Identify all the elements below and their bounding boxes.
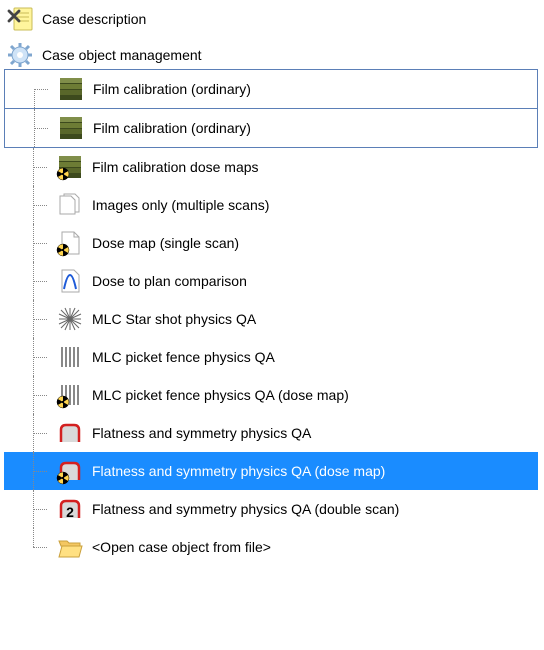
item-film-calibration-dose-maps[interactable]: Film calibration dose maps	[4, 148, 538, 186]
item-flatness-symmetry-dose[interactable]: Flatness and symmetry physics QA (dose m…	[4, 452, 538, 490]
svg-text:2: 2	[66, 504, 74, 520]
item-label: Images only (multiple scans)	[86, 197, 269, 213]
item-mlc-picket-fence[interactable]: MLC picket fence physics QA	[4, 338, 538, 376]
flatness-2-icon: 2	[54, 493, 86, 525]
item-label: Film calibration (ordinary)	[87, 81, 251, 97]
item-label: MLC picket fence physics QA	[86, 349, 275, 365]
item-mlc-star-shot[interactable]: MLC Star shot physics QA	[4, 300, 538, 338]
picket-icon	[54, 341, 86, 373]
starburst-icon	[54, 303, 86, 335]
picket-trefoil-icon	[54, 379, 86, 411]
item-flatness-symmetry[interactable]: Flatness and symmetry physics QA	[4, 414, 538, 452]
film-icon	[55, 73, 87, 105]
item-label: <Open case object from file>	[86, 539, 271, 555]
item-label: Film calibration (ordinary)	[87, 120, 251, 136]
note-x-icon	[4, 3, 36, 35]
flatness-trefoil-icon	[54, 455, 86, 487]
item-film-calibration-ordinary[interactable]: Film calibration (ordinary)	[4, 69, 538, 109]
item-label: MLC Star shot physics QA	[86, 311, 256, 327]
root-label: Case description	[36, 11, 146, 27]
item-label: Film calibration dose maps	[86, 159, 259, 175]
plan-compare-icon	[54, 265, 86, 297]
item-film-calibration-ordinary-2[interactable]: Film calibration (ordinary)	[4, 108, 538, 148]
item-label: Flatness and symmetry physics QA (double…	[86, 501, 399, 517]
item-label: Dose map (single scan)	[86, 235, 239, 251]
flatness-icon	[54, 417, 86, 449]
root-case-object-management[interactable]: Case object management	[4, 40, 538, 70]
item-label: MLC picket fence physics QA (dose map)	[86, 387, 349, 403]
item-label: Flatness and symmetry physics QA	[86, 425, 311, 441]
item-dose-to-plan[interactable]: Dose to plan comparison	[4, 262, 538, 300]
pages-icon	[54, 189, 86, 221]
item-dose-map[interactable]: Dose map (single scan)	[4, 224, 538, 262]
page-trefoil-icon	[54, 227, 86, 259]
item-flatness-symmetry-double[interactable]: 2 Flatness and symmetry physics QA (doub…	[4, 490, 538, 528]
tree: Case description Case object management …	[0, 0, 544, 570]
root-case-description[interactable]: Case description	[4, 4, 538, 34]
film-icon	[55, 112, 87, 144]
item-images-only[interactable]: Images only (multiple scans)	[4, 186, 538, 224]
item-label: Flatness and symmetry physics QA (dose m…	[86, 463, 385, 479]
item-mlc-picket-fence-dose[interactable]: MLC picket fence physics QA (dose map)	[4, 376, 538, 414]
folder-open-icon	[54, 531, 86, 563]
item-open-case-object[interactable]: <Open case object from file>	[4, 528, 538, 566]
gear-icon	[4, 39, 36, 71]
root-label: Case object management	[36, 47, 202, 63]
film-trefoil-icon	[54, 151, 86, 183]
item-label: Dose to plan comparison	[86, 273, 247, 289]
